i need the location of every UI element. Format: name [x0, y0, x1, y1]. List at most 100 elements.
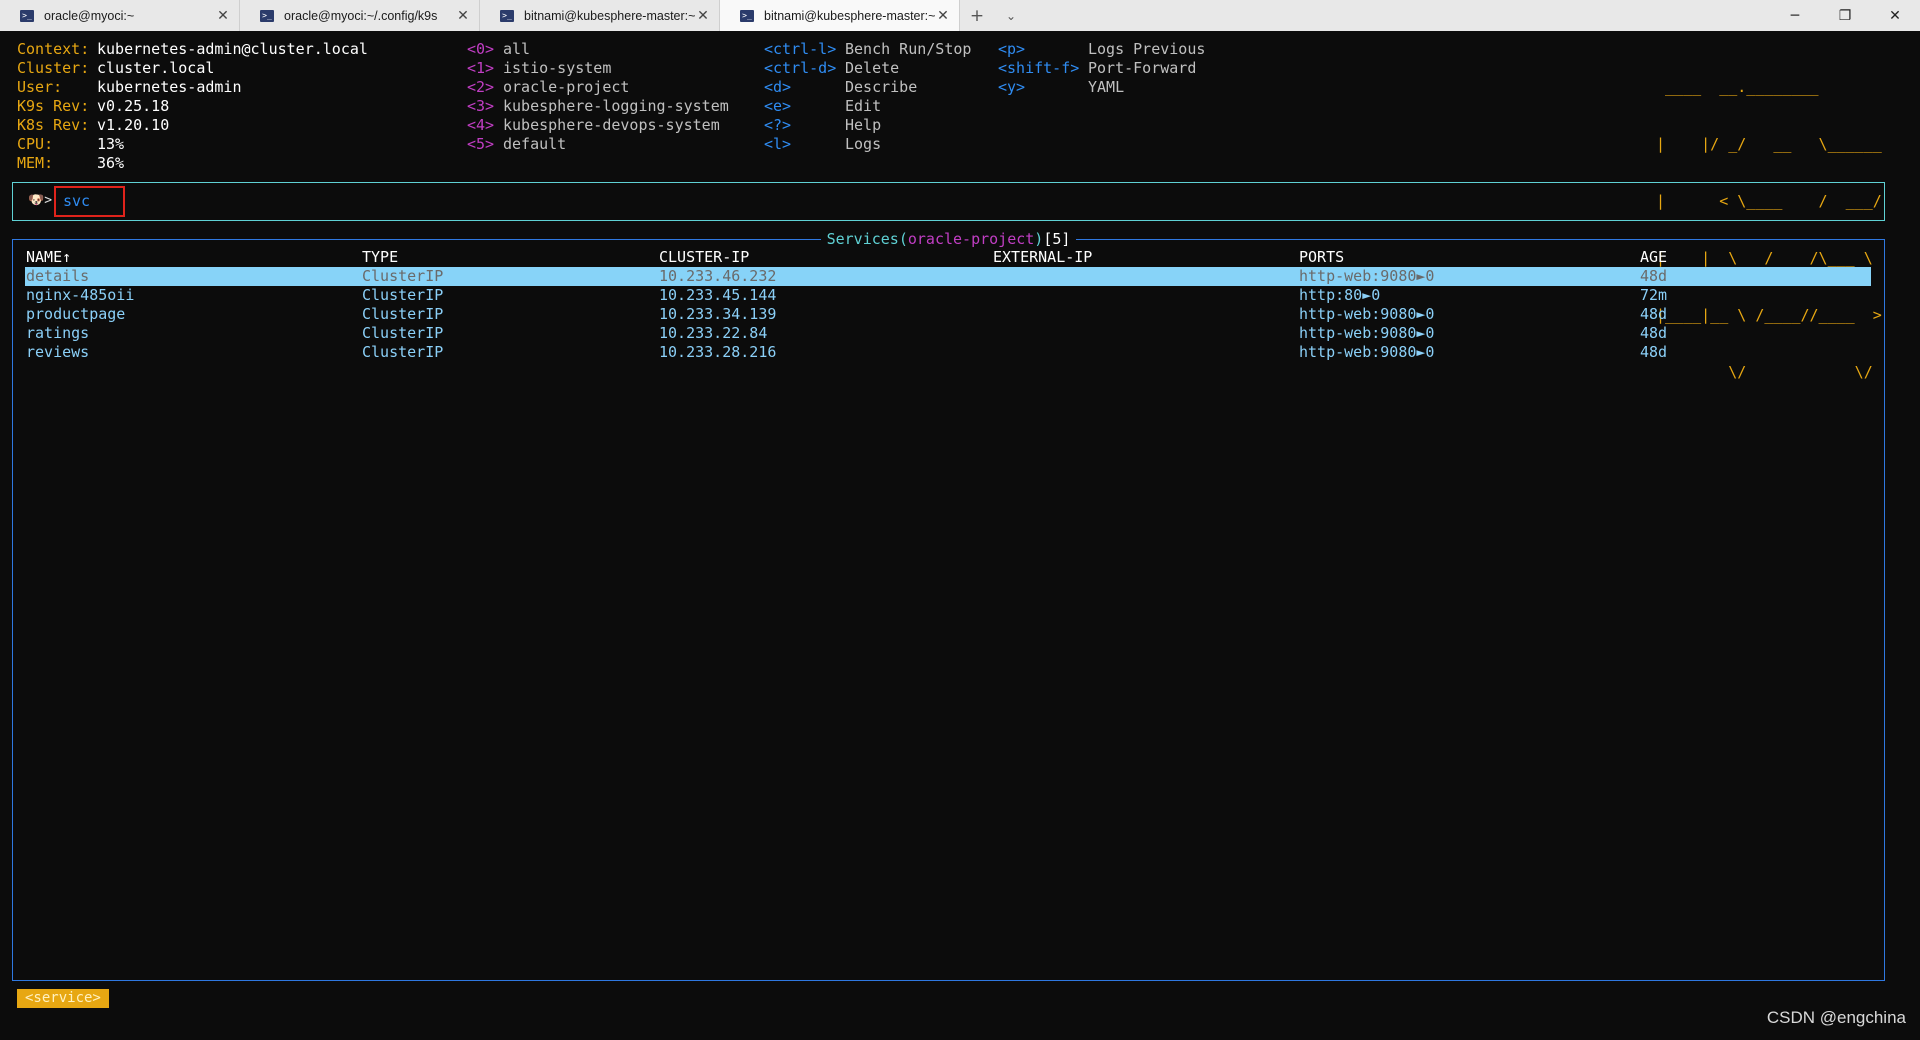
info-row-k9s-rev: K9s Rev: v0.25.18 [17, 97, 368, 116]
tab-title: bitnami@kubesphere-master:~ [764, 8, 935, 23]
cell-type: ClusterIP [362, 305, 444, 323]
namespace-item[interactable]: <1> istio-system [467, 59, 729, 78]
info-key: K8s Rev: [17, 116, 90, 134]
command-input[interactable]: svc [54, 186, 125, 217]
info-value: kubernetes-admin [97, 78, 242, 96]
minimize-button[interactable]: ─ [1770, 0, 1820, 31]
namespace-label: default [503, 135, 567, 153]
terminal-tab-2[interactable]: >_ oracle@myoci:~/.config/k9s ✕ [240, 0, 480, 31]
info-key: MEM: [17, 154, 54, 172]
shortcut-item[interactable]: <d> Describe [764, 78, 971, 97]
breadcrumb: <service> [17, 989, 109, 1008]
shortcut-item[interactable]: <y> YAML [998, 78, 1205, 97]
powershell-icon: >_ [260, 9, 274, 22]
terminal-tab-3[interactable]: >_ bitnami@kubesphere-master:~ ✕ [480, 0, 720, 31]
namespace-item[interactable]: <0> all [467, 40, 729, 59]
terminal-tab-bar: >_ oracle@myoci:~ ✕ >_ oracle@myoci:~/.c… [0, 0, 1920, 31]
column-header-cluster-ip[interactable]: CLUSTER-IP [659, 248, 749, 267]
info-key: Context: [17, 40, 90, 58]
shortcut-hotkey: <e> [764, 97, 792, 115]
cell-ports: http-web:9080►0 [1299, 324, 1435, 342]
shortcut-item[interactable]: <ctrl-d> Delete [764, 59, 971, 78]
shortcut-item[interactable]: <?> Help [764, 116, 971, 135]
cell-age: 48d [1640, 267, 1668, 285]
shortcut-hotkey: <p> [998, 40, 1026, 58]
cell-ports: http-web:9080►0 [1299, 305, 1435, 323]
logo-line: ____ __.________ [1656, 78, 1882, 96]
terminal-tab-4-active[interactable]: >_ bitnami@kubesphere-master:~ ✕ [720, 0, 960, 31]
close-tab-icon[interactable]: ✕ [215, 8, 231, 24]
info-value: 36% [97, 154, 125, 172]
table-row[interactable]: nginx-485oii ClusterIP 10.233.45.144 htt… [25, 286, 1871, 305]
shortcut-label: Help [845, 116, 882, 134]
close-tab-icon[interactable]: ✕ [935, 8, 951, 24]
cell-cluster-ip: 10.233.22.84 [659, 324, 768, 342]
cell-type: ClusterIP [362, 286, 444, 304]
tab-title: oracle@myoci:~/.config/k9s [284, 8, 438, 23]
action-shortcuts-primary: <ctrl-l> Bench Run/Stop <ctrl-d> Delete <d… [764, 40, 971, 154]
cell-age: 48d [1640, 305, 1668, 323]
namespace-label: oracle-project [503, 78, 630, 96]
terminal-tab-1[interactable]: >_ oracle@myoci:~ ✕ [0, 0, 240, 31]
namespace-item[interactable]: <5> default [467, 135, 729, 154]
powershell-icon: >_ [500, 9, 514, 22]
panel-namespace: oracle-project [907, 230, 1035, 248]
info-key: K9s Rev: [17, 97, 90, 115]
table-row[interactable]: reviews ClusterIP 10.233.28.216 http-web… [25, 343, 1871, 362]
cell-age: 72m [1640, 286, 1668, 304]
namespace-label: istio-system [503, 59, 612, 77]
shortcut-item[interactable]: <shift-f> Port-Forward [998, 59, 1205, 78]
column-header-name[interactable]: NAME↑ [26, 248, 71, 267]
shortcut-item[interactable]: <l> Logs [764, 135, 971, 154]
namespace-hotkey: <3> [467, 97, 495, 115]
namespace-label: kubesphere-logging-system [503, 97, 729, 115]
namespace-item[interactable]: <2> oracle-project [467, 78, 729, 97]
services-table: NAME↑ TYPE CLUSTER-IP EXTERNAL-IP PORTS … [25, 248, 1871, 362]
tab-dropdown-icon[interactable]: ⌄ [994, 0, 1028, 31]
column-header-external-ip[interactable]: EXTERNAL-IP [993, 248, 1092, 267]
resource-name: Services [826, 230, 899, 248]
namespace-item[interactable]: <3> kubesphere-logging-system [467, 97, 729, 116]
cell-cluster-ip: 10.233.45.144 [659, 286, 777, 304]
info-value: 13% [97, 135, 125, 153]
new-tab-button[interactable]: + [960, 0, 994, 31]
cell-name: productpage [26, 305, 126, 323]
column-header-type[interactable]: TYPE [362, 248, 398, 267]
shortcut-label: Logs [845, 135, 882, 153]
column-header-age[interactable]: AGE [1640, 248, 1667, 267]
close-window-button[interactable]: ✕ [1870, 0, 1920, 31]
shortcut-item[interactable]: <p> Logs Previous [998, 40, 1205, 59]
prompt-caret: > [44, 193, 53, 208]
info-value: cluster.local [97, 59, 215, 77]
powershell-icon: >_ [20, 9, 34, 22]
namespace-label: kubesphere-devops-system [503, 116, 720, 134]
paren-open: ( [898, 230, 908, 248]
shortcut-item[interactable]: <e> Edit [764, 97, 971, 116]
cell-ports: http-web:9080►0 [1299, 343, 1435, 361]
close-tab-icon[interactable]: ✕ [695, 8, 711, 24]
table-row-selected[interactable]: details ClusterIP 10.233.46.232 http-web… [25, 267, 1871, 286]
command-prompt[interactable]: 🐶> svc [12, 182, 1885, 221]
cell-name: ratings [26, 324, 90, 342]
info-row-user: User: kubernetes-admin [17, 78, 368, 97]
column-header-ports[interactable]: PORTS [1299, 248, 1344, 267]
restore-button[interactable]: ❐ [1820, 0, 1870, 31]
cell-ports: http-web:9080►0 [1299, 267, 1435, 285]
namespace-shortcuts: <0> all <1> istio-system <2> oracle-project… [467, 40, 729, 154]
cell-age: 48d [1640, 324, 1668, 342]
resource-count: [5] [1043, 230, 1071, 248]
close-tab-icon[interactable]: ✕ [455, 8, 471, 24]
shortcut-label: Bench Run/Stop [845, 40, 972, 58]
cell-name: details [26, 267, 90, 285]
shortcut-item[interactable]: <ctrl-l> Bench Run/Stop [764, 40, 971, 59]
tab-title: oracle@myoci:~ [44, 8, 135, 23]
namespace-hotkey: <4> [467, 116, 495, 134]
shortcut-label: Port-Forward [1088, 59, 1197, 77]
powershell-icon: >_ [740, 9, 754, 22]
table-row[interactable]: ratings ClusterIP 10.233.22.84 http-web:… [25, 324, 1871, 343]
shortcut-label: Delete [845, 59, 900, 77]
shortcut-label: Edit [845, 97, 882, 115]
shortcut-hotkey: <ctrl-d> [764, 59, 837, 77]
table-row[interactable]: productpage ClusterIP 10.233.34.139 http… [25, 305, 1871, 324]
namespace-item[interactable]: <4> kubesphere-devops-system [467, 116, 729, 135]
